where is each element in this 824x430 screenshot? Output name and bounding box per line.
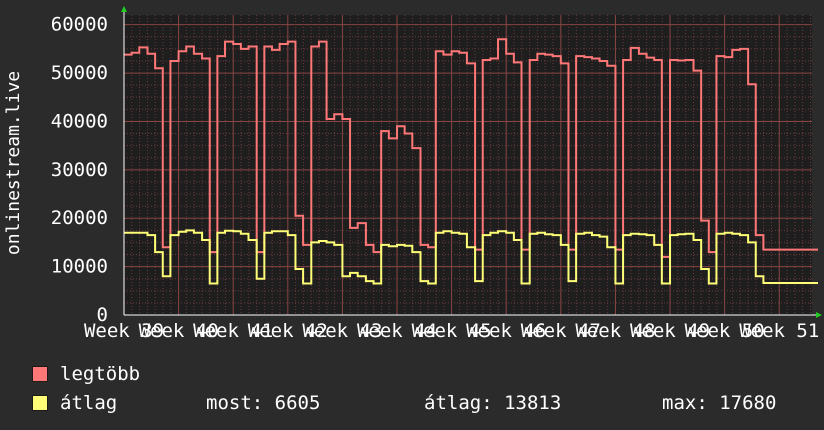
- x-axis-arrow-icon: [816, 312, 822, 318]
- legend-swatch-avg: [32, 395, 48, 411]
- y-axis-arrow-icon: [121, 6, 127, 12]
- legend-label-avg: átlag: [60, 392, 118, 414]
- y-tick-label: 50000: [51, 62, 108, 84]
- legend-label-max: legtöbb: [60, 363, 141, 385]
- stat-now: most: 6605: [206, 392, 321, 414]
- line-chart: 0100002000030000400005000060000Week 39We…: [3, 6, 822, 340]
- legend-swatch-max: [32, 366, 48, 382]
- y-axis-label: onlinestream.live: [3, 71, 24, 255]
- y-tick-label: 20000: [51, 207, 108, 229]
- stat-average: átlag: 13813: [424, 392, 562, 414]
- legend-item-avg: átlag most: 6605 átlag: 13813 max: 17680: [32, 391, 812, 415]
- x-tick-label: Week 51: [739, 320, 819, 340]
- y-tick-label: 10000: [51, 256, 108, 278]
- y-tick-label: 30000: [51, 159, 108, 181]
- stat-max: max: 17680: [662, 392, 777, 414]
- y-tick-label: 60000: [51, 14, 108, 36]
- y-tick-label: 40000: [51, 110, 108, 132]
